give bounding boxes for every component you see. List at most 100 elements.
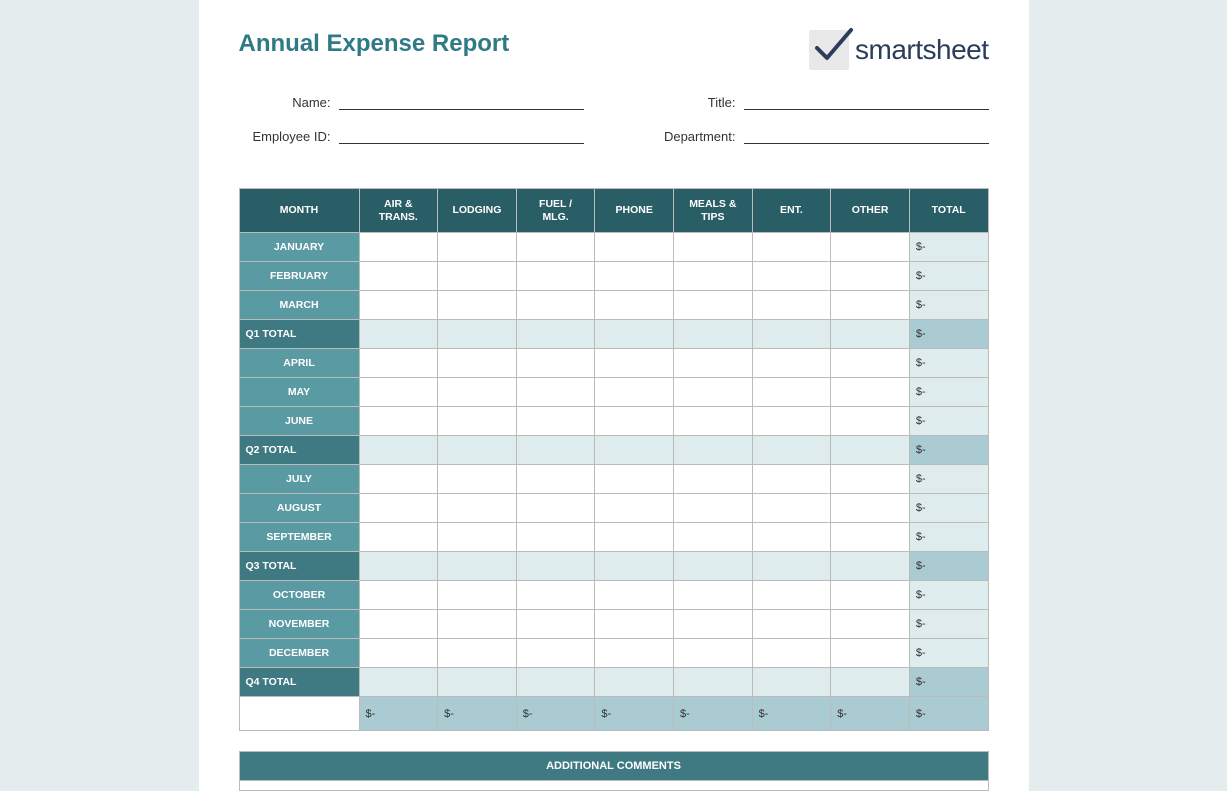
expense-cell[interactable] <box>438 668 517 697</box>
expense-cell[interactable] <box>831 233 910 262</box>
expense-cell[interactable] <box>831 262 910 291</box>
expense-cell[interactable] <box>359 233 438 262</box>
title-input[interactable] <box>744 90 989 110</box>
department-input[interactable] <box>744 124 989 144</box>
expense-cell[interactable] <box>516 668 595 697</box>
expense-cell[interactable] <box>674 523 753 552</box>
expense-cell[interactable] <box>595 320 674 349</box>
expense-cell[interactable] <box>752 581 831 610</box>
expense-cell[interactable] <box>595 233 674 262</box>
expense-cell[interactable] <box>831 581 910 610</box>
expense-cell[interactable] <box>359 262 438 291</box>
expense-cell[interactable] <box>516 552 595 581</box>
expense-cell[interactable] <box>831 552 910 581</box>
expense-cell[interactable] <box>595 378 674 407</box>
expense-cell[interactable] <box>359 639 438 668</box>
expense-cell[interactable] <box>752 407 831 436</box>
expense-cell[interactable] <box>438 233 517 262</box>
expense-cell[interactable] <box>674 291 753 320</box>
expense-cell[interactable] <box>595 465 674 494</box>
expense-cell[interactable] <box>752 668 831 697</box>
expense-cell[interactable] <box>752 378 831 407</box>
expense-cell[interactable] <box>516 320 595 349</box>
expense-cell[interactable] <box>674 581 753 610</box>
expense-cell[interactable] <box>516 291 595 320</box>
expense-cell[interactable] <box>359 320 438 349</box>
expense-cell[interactable] <box>752 291 831 320</box>
expense-cell[interactable] <box>674 494 753 523</box>
expense-cell[interactable] <box>674 465 753 494</box>
expense-cell[interactable] <box>595 639 674 668</box>
employee-id-input[interactable] <box>339 124 584 144</box>
expense-cell[interactable] <box>752 320 831 349</box>
expense-cell[interactable] <box>595 349 674 378</box>
expense-cell[interactable] <box>674 610 753 639</box>
expense-cell[interactable] <box>359 668 438 697</box>
expense-cell[interactable] <box>674 233 753 262</box>
expense-cell[interactable] <box>438 349 517 378</box>
expense-cell[interactable] <box>438 552 517 581</box>
expense-cell[interactable] <box>595 581 674 610</box>
expense-cell[interactable] <box>831 436 910 465</box>
expense-cell[interactable] <box>831 378 910 407</box>
expense-cell[interactable] <box>752 639 831 668</box>
expense-cell[interactable] <box>516 581 595 610</box>
expense-cell[interactable] <box>516 378 595 407</box>
expense-cell[interactable] <box>674 668 753 697</box>
expense-cell[interactable] <box>438 639 517 668</box>
expense-cell[interactable] <box>516 407 595 436</box>
expense-cell[interactable] <box>831 291 910 320</box>
expense-cell[interactable] <box>674 378 753 407</box>
expense-cell[interactable] <box>595 552 674 581</box>
expense-cell[interactable] <box>359 523 438 552</box>
expense-cell[interactable] <box>516 436 595 465</box>
expense-cell[interactable] <box>516 349 595 378</box>
expense-cell[interactable] <box>831 610 910 639</box>
expense-cell[interactable] <box>438 494 517 523</box>
expense-cell[interactable] <box>595 610 674 639</box>
expense-cell[interactable] <box>674 407 753 436</box>
expense-cell[interactable] <box>516 494 595 523</box>
expense-cell[interactable] <box>516 610 595 639</box>
expense-cell[interactable] <box>831 320 910 349</box>
expense-cell[interactable] <box>674 349 753 378</box>
expense-cell[interactable] <box>674 639 753 668</box>
expense-cell[interactable] <box>595 262 674 291</box>
expense-cell[interactable] <box>516 262 595 291</box>
expense-cell[interactable] <box>438 436 517 465</box>
expense-cell[interactable] <box>595 291 674 320</box>
expense-cell[interactable] <box>752 523 831 552</box>
expense-cell[interactable] <box>831 407 910 436</box>
expense-cell[interactable] <box>359 552 438 581</box>
expense-cell[interactable] <box>595 668 674 697</box>
expense-cell[interactable] <box>831 465 910 494</box>
expense-cell[interactable] <box>831 523 910 552</box>
expense-cell[interactable] <box>752 436 831 465</box>
expense-cell[interactable] <box>359 407 438 436</box>
expense-cell[interactable] <box>438 291 517 320</box>
expense-cell[interactable] <box>595 436 674 465</box>
expense-cell[interactable] <box>516 465 595 494</box>
expense-cell[interactable] <box>831 494 910 523</box>
expense-cell[interactable] <box>516 523 595 552</box>
expense-cell[interactable] <box>752 494 831 523</box>
expense-cell[interactable] <box>516 233 595 262</box>
name-input[interactable] <box>339 90 584 110</box>
expense-cell[interactable] <box>359 436 438 465</box>
expense-cell[interactable] <box>831 639 910 668</box>
expense-cell[interactable] <box>752 552 831 581</box>
expense-cell[interactable] <box>359 465 438 494</box>
expense-cell[interactable] <box>752 262 831 291</box>
expense-cell[interactable] <box>595 494 674 523</box>
expense-cell[interactable] <box>438 320 517 349</box>
expense-cell[interactable] <box>752 233 831 262</box>
expense-cell[interactable] <box>359 494 438 523</box>
expense-cell[interactable] <box>359 378 438 407</box>
expense-cell[interactable] <box>359 291 438 320</box>
expense-cell[interactable] <box>752 465 831 494</box>
expense-cell[interactable] <box>674 436 753 465</box>
expense-cell[interactable] <box>674 552 753 581</box>
expense-cell[interactable] <box>752 349 831 378</box>
expense-cell[interactable] <box>438 378 517 407</box>
expense-cell[interactable] <box>359 349 438 378</box>
